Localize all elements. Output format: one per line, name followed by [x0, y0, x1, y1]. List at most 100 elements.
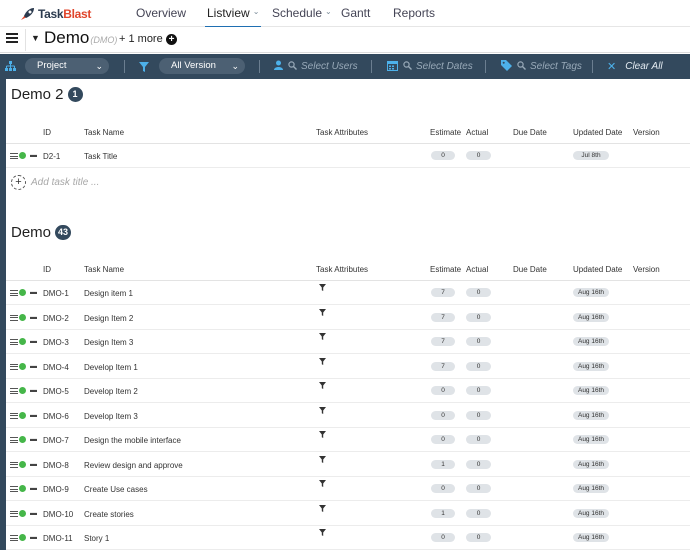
chevron-down-icon[interactable]: ⌄ — [325, 7, 332, 16]
task-row[interactable]: ▬ DMO-10 Create stories 1 0 Aug 16th — [6, 502, 690, 526]
version-select[interactable]: All Version ⌄ — [159, 58, 245, 74]
status-dot[interactable] — [19, 509, 26, 517]
nav-tab-reports[interactable]: Reports — [393, 6, 435, 20]
add-task-input[interactable]: Add task title ... — [31, 177, 99, 188]
task-row[interactable]: ▬ D2-1 Task Title 0 0 Jul 8th — [6, 144, 690, 168]
drag-handle-icon[interactable] — [10, 363, 18, 372]
filter-icon[interactable] — [319, 382, 326, 391]
hamburger-icon[interactable] — [6, 33, 18, 43]
task-name[interactable]: Develop Item 2 — [84, 387, 138, 396]
status-dot[interactable] — [19, 534, 26, 541]
drag-handle-icon[interactable] — [10, 412, 18, 421]
estimate-value[interactable]: 7 — [431, 312, 455, 322]
status-dot[interactable] — [19, 460, 26, 468]
task-name[interactable]: Create Use cases — [84, 485, 148, 494]
actual-value[interactable]: 0 — [466, 337, 491, 346]
actual-value[interactable]: 0 — [466, 361, 491, 371]
select-tags-filter[interactable]: Select Tags — [501, 54, 582, 79]
task-name[interactable]: Review design and approve — [84, 461, 183, 470]
column-header-due-date[interactable]: Due Date — [513, 128, 547, 137]
estimate-value[interactable]: 0 — [431, 410, 455, 420]
task-id[interactable]: DMO-11 — [43, 534, 73, 543]
column-header-task-name[interactable]: Task Name — [84, 128, 124, 137]
plus-circle-icon[interactable]: + — [166, 34, 177, 45]
column-header-estimate[interactable]: Estimate — [430, 265, 461, 274]
task-row[interactable]: ▬ DMO-6 Develop Item 3 0 0 Aug 16th — [6, 404, 690, 428]
status-dot[interactable] — [19, 485, 26, 492]
task-id[interactable]: DMO-1 — [43, 289, 69, 298]
estimate-value[interactable]: 0 — [431, 533, 455, 542]
task-row[interactable]: ▬ DMO-5 Develop Item 2 0 0 Aug 16th — [6, 379, 690, 403]
column-header-due-date[interactable]: Due Date — [513, 265, 547, 274]
nav-tab-gantt[interactable]: Gantt — [341, 6, 370, 20]
task-row[interactable]: ▬ DMO-8 Review design and approve 1 0 Aug 16t… — [6, 453, 690, 477]
clear-all-button[interactable]: ✕ Clear All — [607, 54, 663, 79]
drag-handle-icon[interactable] — [10, 314, 18, 323]
nav-tab-listview[interactable]: Listview ⌄ — [204, 6, 262, 28]
column-header-estimate[interactable]: Estimate — [430, 128, 461, 137]
hierarchy-icon[interactable] — [5, 54, 16, 79]
filter-icon[interactable] — [319, 455, 326, 465]
estimate-value[interactable]: 7 — [431, 361, 455, 371]
task-row[interactable]: ▬ DMO-2 Design Item 2 7 0 Aug 16th — [6, 306, 690, 330]
column-header-actual[interactable]: Actual — [466, 128, 488, 137]
select-users-filter[interactable]: Select Users — [274, 54, 358, 79]
nav-tab-schedule[interactable]: Schedule ⌄ — [272, 6, 332, 20]
actual-value[interactable]: 0 — [466, 151, 491, 160]
status-dot[interactable] — [19, 387, 26, 394]
estimate-value[interactable]: 7 — [431, 288, 455, 297]
estimate-value[interactable]: 0 — [431, 386, 455, 395]
drag-handle-icon[interactable] — [10, 290, 18, 298]
task-id[interactable]: DMO-4 — [43, 363, 69, 372]
filter-icon[interactable] — [319, 333, 326, 342]
task-id[interactable]: DMO-6 — [43, 412, 69, 421]
column-header-id[interactable]: ID — [43, 265, 51, 274]
task-row[interactable]: ▬ DMO-3 Design Item 3 7 0 Aug 16th — [6, 330, 690, 354]
actual-value[interactable]: 0 — [466, 410, 491, 420]
nav-tab-overview[interactable]: Overview — [136, 6, 186, 20]
estimate-value[interactable]: 0 — [431, 151, 455, 160]
group-by-select[interactable]: Project ⌄ — [25, 58, 109, 74]
actual-value[interactable]: 0 — [466, 312, 491, 322]
task-id[interactable]: DMO-8 — [43, 461, 69, 470]
column-header-version[interactable]: Version — [633, 265, 660, 274]
drag-handle-icon[interactable] — [10, 388, 18, 396]
task-id[interactable]: DMO-5 — [43, 387, 69, 396]
drag-handle-icon[interactable] — [10, 486, 18, 494]
column-header-version[interactable]: Version — [633, 128, 660, 137]
task-name[interactable]: Develop Item 3 — [84, 412, 138, 421]
task-row[interactable]: ▬ DMO-1 Design item 1 7 0 Aug 16th — [6, 281, 690, 305]
drag-handle-icon[interactable] — [10, 461, 18, 470]
actual-value[interactable]: 0 — [466, 459, 491, 469]
filter-icon[interactable] — [319, 431, 326, 440]
task-row[interactable]: ▬ DMO-9 Create Use cases 0 0 Aug 16th — [6, 477, 690, 501]
filter-icon[interactable] — [319, 529, 326, 538]
task-name[interactable]: Story 1 — [84, 534, 109, 543]
column-header-task-name[interactable]: Task Name — [84, 265, 124, 274]
drag-handle-icon[interactable] — [10, 510, 18, 519]
task-row[interactable]: ▬ DMO-4 Develop Item 1 7 0 Aug 16th — [6, 355, 690, 379]
task-row[interactable]: ▬ DMO-11 Story 1 0 0 Aug 16th — [6, 526, 690, 550]
estimate-value[interactable]: 7 — [431, 337, 455, 346]
filter-icon[interactable] — [319, 284, 326, 293]
filter-icon[interactable] — [319, 480, 326, 489]
task-name[interactable]: Design Item 3 — [84, 338, 133, 347]
chevron-down-icon[interactable]: ⌄ — [253, 7, 260, 16]
column-header-updated[interactable]: Updated Date — [573, 265, 622, 274]
task-name[interactable]: Design Item 2 — [84, 314, 133, 323]
task-name[interactable]: Design the mobile interface — [84, 436, 181, 445]
actual-value[interactable]: 0 — [466, 533, 491, 542]
status-dot[interactable] — [19, 411, 26, 419]
filter-icon[interactable] — [319, 357, 326, 367]
status-dot[interactable] — [19, 289, 26, 296]
status-dot[interactable] — [19, 436, 26, 443]
drag-handle-icon[interactable] — [10, 437, 18, 445]
status-dot[interactable] — [19, 313, 26, 321]
drag-handle-icon[interactable] — [10, 339, 18, 347]
task-id[interactable]: DMO-7 — [43, 436, 69, 445]
estimate-value[interactable]: 0 — [431, 484, 455, 493]
project-caret-icon[interactable]: ▼ — [31, 33, 40, 43]
task-id[interactable]: DMO-9 — [43, 485, 69, 494]
estimate-value[interactable]: 1 — [431, 508, 455, 518]
column-header-actual[interactable]: Actual — [466, 265, 488, 274]
